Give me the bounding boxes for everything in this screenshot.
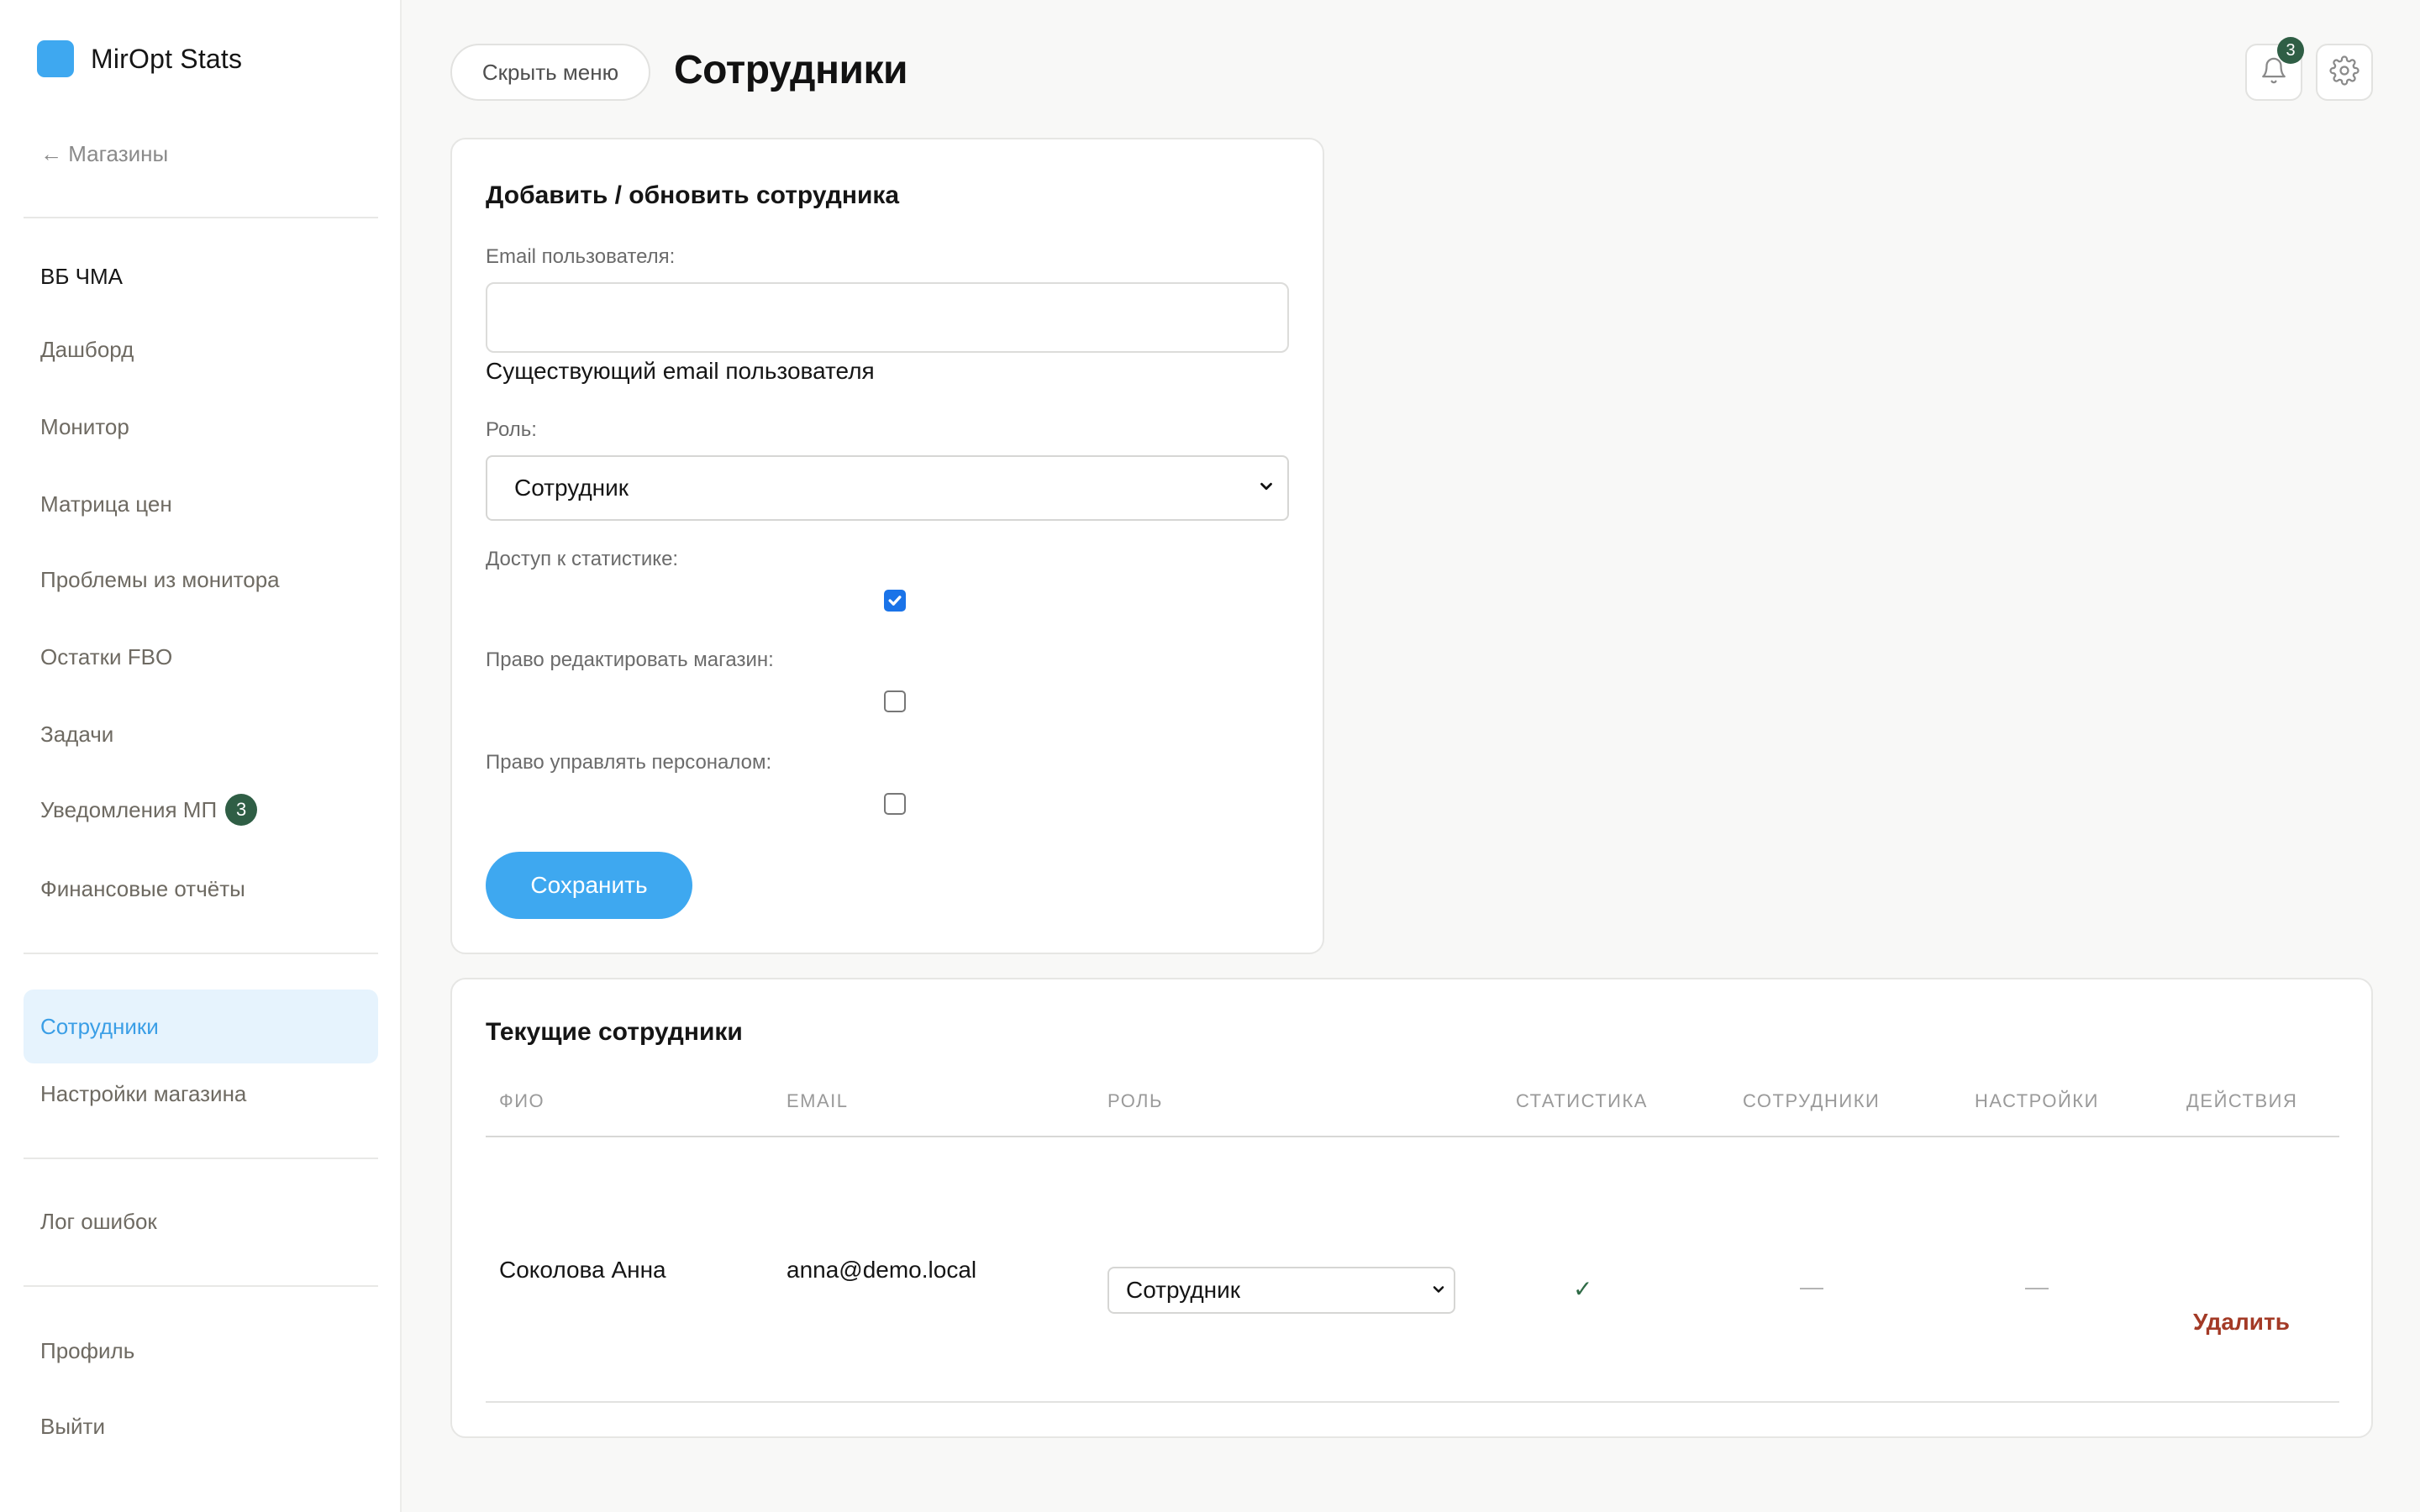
sidebar-item-label: Лог ошибок bbox=[40, 1208, 157, 1234]
page-title: Сотрудники bbox=[674, 48, 908, 92]
form-title: Добавить / обновить сотрудника bbox=[486, 181, 900, 209]
column-header-name: ФИО bbox=[499, 1090, 545, 1111]
employees-table-card: Текущие сотрудники ФИО EMAIL РОЛЬ СТАТИС… bbox=[450, 978, 2373, 1438]
role-select[interactable]: Сотрудник bbox=[486, 455, 1289, 521]
sidebar-item-employees[interactable]: Сотрудники bbox=[24, 990, 378, 1063]
sidebar-item-label: Настройки магазина bbox=[40, 1080, 247, 1106]
email-field[interactable] bbox=[486, 282, 1289, 353]
sidebar-item-label: Дашборд bbox=[40, 336, 134, 362]
settings-permission-dash: — bbox=[2025, 1273, 2049, 1299]
column-header-role: РОЛЬ bbox=[1107, 1090, 1163, 1111]
stats-check-icon: ✓ bbox=[1573, 1276, 1593, 1302]
sidebar-item-financial-reports[interactable]: Финансовые отчёты bbox=[24, 852, 378, 926]
sidebar-item-label: Задачи bbox=[40, 721, 114, 747]
chevron-down-icon bbox=[1430, 1277, 1447, 1304]
sidebar-item-label: Финансовые отчёты bbox=[40, 875, 245, 901]
sidebar-item-error-log[interactable]: Лог ошибок bbox=[24, 1184, 378, 1258]
sidebar-item-mp-notifications[interactable]: Уведомления МП 3 bbox=[24, 773, 378, 847]
sidebar-item-tasks[interactable]: Задачи bbox=[24, 697, 378, 771]
chevron-down-icon bbox=[1257, 475, 1276, 501]
employee-form-card: Добавить / обновить сотрудника Email пол… bbox=[450, 138, 1324, 954]
settings-button[interactable] bbox=[2316, 44, 2373, 101]
sidebar: MirOpt Stats ← Магазины ВБ ЧМА Дашборд М… bbox=[0, 0, 402, 1512]
sidebar-divider bbox=[24, 1158, 378, 1159]
manage-staff-label: Право управлять персоналом: bbox=[486, 751, 772, 774]
sidebar-item-dashboard[interactable]: Дашборд bbox=[24, 312, 378, 386]
column-header-stats: СТАТИСТИКА bbox=[1516, 1090, 1648, 1111]
delete-employee-button[interactable]: Удалить bbox=[2193, 1309, 2290, 1336]
employee-name: Соколова Анна bbox=[499, 1257, 666, 1283]
sidebar-item-monitor-problems[interactable]: Проблемы из монитора bbox=[24, 543, 378, 617]
sidebar-item-label: Монитор bbox=[40, 413, 129, 439]
employee-role-value: Сотрудник bbox=[1126, 1277, 1241, 1303]
sidebar-item-price-matrix[interactable]: Матрица цен bbox=[24, 467, 378, 541]
notifications-count-badge: 3 bbox=[225, 794, 258, 826]
sidebar-item-fbo-stock[interactable]: Остатки FBO bbox=[24, 620, 378, 694]
role-label: Роль: bbox=[486, 418, 537, 441]
role-select-value: Сотрудник bbox=[514, 475, 629, 501]
column-header-actions: ДЕЙСТВИЯ bbox=[2186, 1090, 2298, 1111]
edit-store-label: Право редактировать магазин: bbox=[486, 648, 774, 671]
sidebar-item-logout[interactable]: Выйти bbox=[24, 1389, 378, 1463]
sidebar-divider bbox=[24, 217, 378, 218]
brand[interactable]: MirOpt Stats bbox=[37, 40, 242, 77]
save-button[interactable]: Сохранить bbox=[486, 852, 692, 919]
sidebar-item-label: Выйти bbox=[40, 1413, 105, 1439]
email-hint: Существующий email пользователя bbox=[486, 358, 875, 384]
email-label: Email пользователя: bbox=[486, 245, 676, 268]
sidebar-item-label: Профиль bbox=[40, 1337, 135, 1363]
sidebar-item-profile[interactable]: Профиль bbox=[24, 1314, 378, 1388]
column-header-email: EMAIL bbox=[786, 1090, 849, 1111]
staff-permission-dash: — bbox=[1800, 1273, 1823, 1299]
gear-icon bbox=[2329, 55, 2360, 90]
store-name: ВБ ЧМА bbox=[40, 264, 123, 289]
column-header-settings: НАСТРОЙКИ bbox=[1975, 1090, 2099, 1111]
sidebar-item-label: Сотрудники bbox=[40, 1013, 159, 1039]
stats-access-checkbox[interactable] bbox=[884, 590, 906, 612]
sidebar-item-label: Уведомления МП bbox=[40, 796, 218, 822]
sidebar-item-label: Проблемы из монитора bbox=[40, 566, 280, 592]
sidebar-item-label: Матрица цен bbox=[40, 491, 172, 517]
hide-menu-button[interactable]: Скрыть меню bbox=[450, 44, 650, 101]
edit-store-checkbox[interactable] bbox=[884, 690, 906, 712]
brand-name: MirOpt Stats bbox=[91, 43, 243, 74]
notifications-badge: 3 bbox=[2277, 37, 2304, 64]
employee-role-select[interactable]: Сотрудник bbox=[1107, 1267, 1455, 1314]
back-to-stores-link[interactable]: ← Магазины bbox=[40, 141, 168, 167]
stats-access-label: Доступ к статистике: bbox=[486, 548, 679, 570]
manage-staff-checkbox[interactable] bbox=[884, 793, 906, 815]
table-row-divider bbox=[486, 1401, 2339, 1403]
checkmark-icon bbox=[888, 596, 902, 606]
table-title: Текущие сотрудники bbox=[486, 1018, 743, 1046]
sidebar-item-store-settings[interactable]: Настройки магазина bbox=[24, 1057, 378, 1131]
sidebar-divider bbox=[24, 1285, 378, 1287]
employee-email: anna@demo.local bbox=[786, 1257, 977, 1283]
brand-logo-icon bbox=[37, 40, 74, 77]
notifications-button[interactable]: 3 bbox=[2245, 37, 2304, 101]
table-header-divider bbox=[486, 1136, 2339, 1137]
sidebar-item-label: Остатки FBO bbox=[40, 643, 173, 669]
sidebar-item-monitor[interactable]: Монитор bbox=[24, 390, 378, 464]
column-header-staff: СОТРУДНИКИ bbox=[1743, 1090, 1881, 1111]
sidebar-divider bbox=[24, 953, 378, 954]
